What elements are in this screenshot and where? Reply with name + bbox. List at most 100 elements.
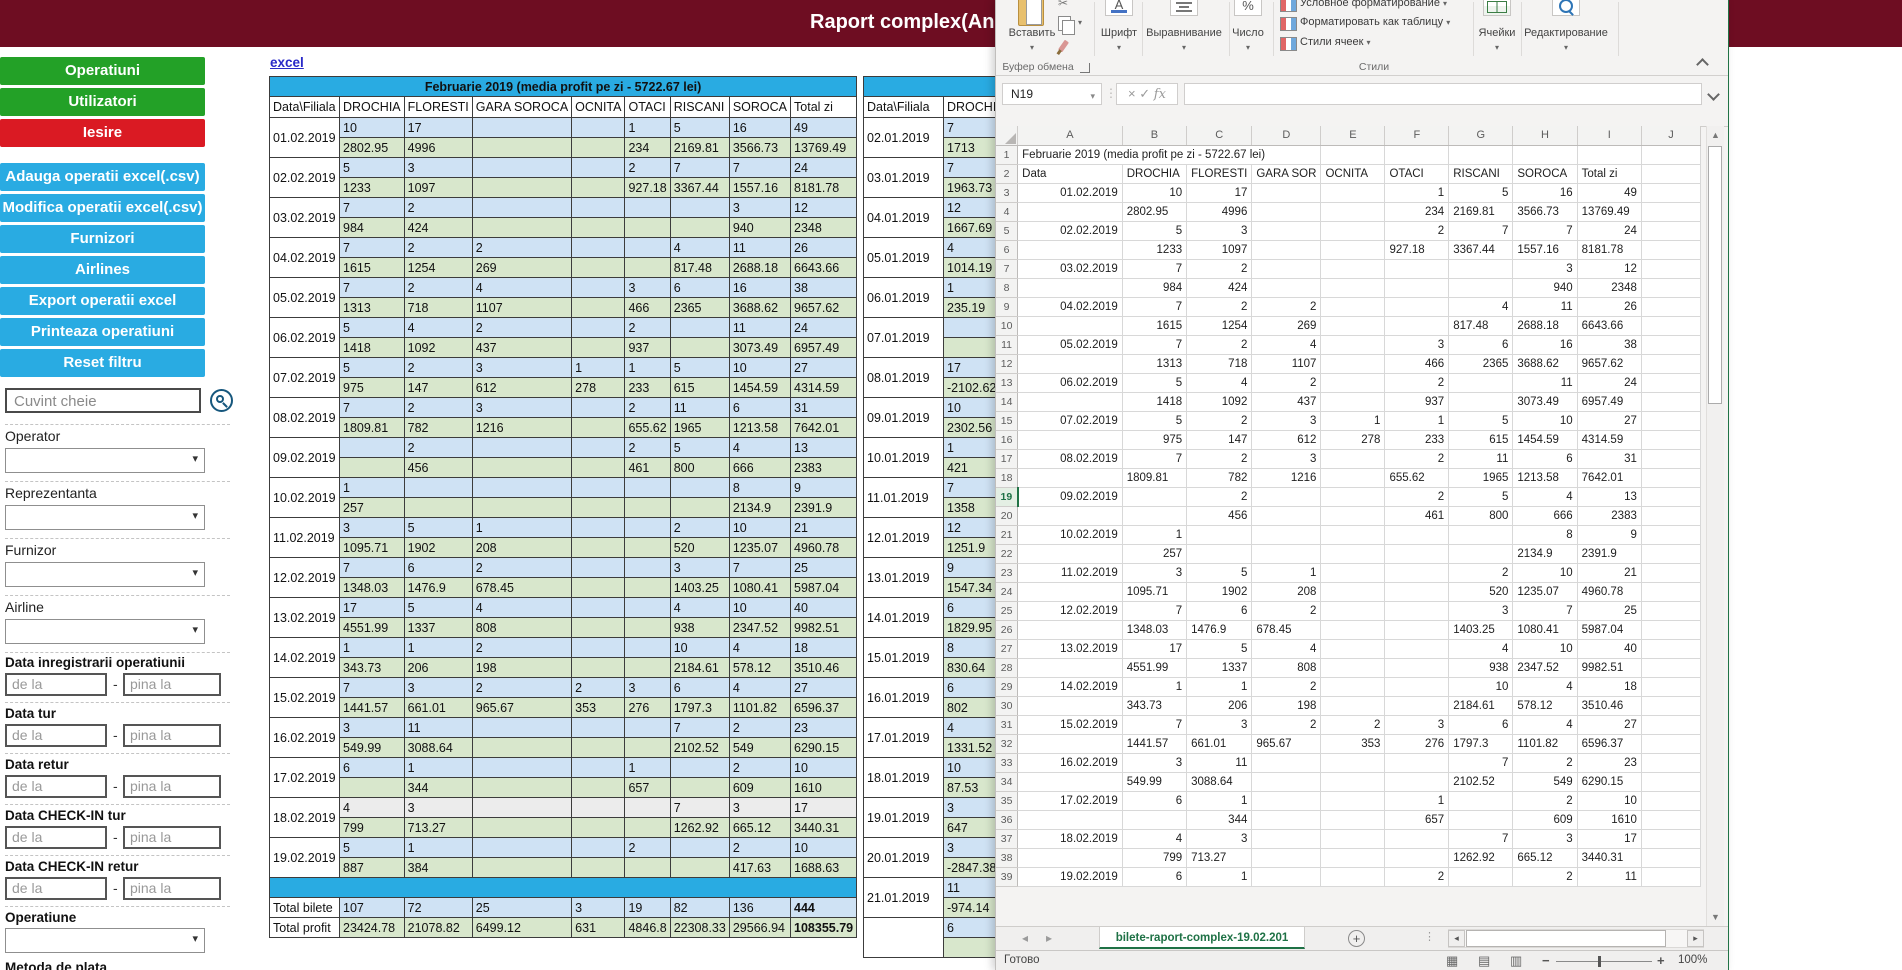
excel-cell[interactable] xyxy=(1641,563,1700,582)
conditional-formatting-button[interactable]: Условное форматирование ▾ xyxy=(1300,0,1447,9)
excel-cell[interactable]: 16 xyxy=(1513,335,1577,354)
excel-cell[interactable] xyxy=(1641,620,1700,639)
editing-dropdown-icon[interactable]: ▾ xyxy=(1564,43,1568,52)
excel-cell[interactable]: 5 xyxy=(1122,411,1186,430)
excel-row-header[interactable]: 13 xyxy=(996,373,1018,392)
excel-cell[interactable] xyxy=(1449,145,1513,164)
excel-cell[interactable] xyxy=(1449,810,1513,829)
excel-cell[interactable]: 2347.52 xyxy=(1513,658,1577,677)
excel-cell[interactable]: 3 xyxy=(1385,335,1449,354)
excel-cell[interactable] xyxy=(1321,544,1385,563)
excel-cell[interactable]: 05.02.2019 xyxy=(1018,335,1123,354)
excel-row-header[interactable]: 5 xyxy=(996,221,1018,240)
normal-view-icon[interactable]: ▦ xyxy=(1446,953,1458,969)
excel-cell[interactable]: 1337 xyxy=(1187,658,1252,677)
excel-cell[interactable]: 3 xyxy=(1513,829,1577,848)
excel-cell[interactable] xyxy=(1385,829,1449,848)
excel-cell[interactable]: 16.02.2019 xyxy=(1018,753,1123,772)
excel-row-header[interactable]: 31 xyxy=(996,715,1018,734)
excel-cell[interactable] xyxy=(1018,582,1123,601)
excel-cell[interactable]: 1 xyxy=(1187,791,1252,810)
font-icon[interactable]: А xyxy=(1105,0,1133,16)
horizontal-scrollbar-thumb[interactable] xyxy=(1466,930,1666,947)
excel-cell[interactable]: 3088.64 xyxy=(1187,772,1252,791)
data-inregistrarii-to-input[interactable]: pina la xyxy=(123,673,221,696)
excel-cell[interactable] xyxy=(1641,259,1700,278)
excel-cell[interactable]: 2 xyxy=(1187,259,1252,278)
excel-cell[interactable] xyxy=(1018,240,1123,259)
editing-icon[interactable] xyxy=(1552,0,1580,16)
excel-cell[interactable]: 2348 xyxy=(1577,278,1641,297)
excel-cell[interactable]: 1 xyxy=(1385,791,1449,810)
excel-cell[interactable]: 11.02.2019 xyxy=(1018,563,1123,582)
excel-cell[interactable] xyxy=(1321,354,1385,373)
excel-cell[interactable]: 278 xyxy=(1321,430,1385,449)
excel-cell[interactable]: 07.02.2019 xyxy=(1018,411,1123,430)
excel-cell[interactable]: 2 xyxy=(1252,715,1321,734)
excel-cell[interactable]: Total zi xyxy=(1577,164,1641,183)
data-retur-to-input[interactable]: pina la xyxy=(123,775,221,798)
excel-cell[interactable]: 4 xyxy=(1187,373,1252,392)
excel-cell[interactable] xyxy=(1641,354,1700,373)
excel-cell[interactable]: 7642.01 xyxy=(1577,468,1641,487)
excel-cell[interactable] xyxy=(1252,202,1321,221)
checkin-retur-from-input[interactable]: de la xyxy=(5,877,107,900)
excel-cell[interactable]: 38 xyxy=(1577,335,1641,354)
excel-cell[interactable]: 1348.03 xyxy=(1122,620,1186,639)
excel-cell[interactable] xyxy=(1321,772,1385,791)
excel-cell[interactable]: 233 xyxy=(1385,430,1449,449)
excel-cell[interactable]: 2391.9 xyxy=(1577,544,1641,563)
excel-cell[interactable] xyxy=(1321,392,1385,411)
checkin-retur-to-input[interactable]: pina la xyxy=(123,877,221,900)
excel-cell[interactable] xyxy=(1449,544,1513,563)
excel-cell[interactable]: 1 xyxy=(1385,183,1449,202)
excel-cell[interactable]: GARA SOR xyxy=(1252,164,1321,183)
excel-cell[interactable] xyxy=(1018,734,1123,753)
excel-cell[interactable] xyxy=(1252,487,1321,506)
excel-cell[interactable] xyxy=(1321,867,1385,886)
excel-cell[interactable]: 1809.81 xyxy=(1122,468,1186,487)
zoom-in-icon[interactable]: + xyxy=(1657,953,1665,968)
insert-function-icon[interactable]: fx xyxy=(1154,87,1166,102)
excel-row-header[interactable]: 15 xyxy=(996,411,1018,430)
excel-cell[interactable] xyxy=(1641,525,1700,544)
excel-cell[interactable]: 198 xyxy=(1252,696,1321,715)
excel-cell[interactable]: 2169.81 xyxy=(1449,202,1513,221)
excel-cell[interactable] xyxy=(1641,696,1700,715)
excel-row-header[interactable]: 38 xyxy=(996,848,1018,867)
excel-column-header[interactable]: G xyxy=(1449,126,1513,145)
excel-cell[interactable]: 578.12 xyxy=(1513,696,1577,715)
excel-cell[interactable] xyxy=(1449,373,1513,392)
excel-cell[interactable]: 549.99 xyxy=(1122,772,1186,791)
excel-cell[interactable]: 9 xyxy=(1577,525,1641,544)
excel-cell[interactable]: 40 xyxy=(1577,639,1641,658)
cut-icon[interactable]: ✂ xyxy=(1058,0,1068,10)
excel-cell[interactable] xyxy=(1321,278,1385,297)
sidebar-item-operatiuni[interactable]: Operatiuni xyxy=(0,57,205,85)
excel-cell[interactable]: 2 xyxy=(1321,715,1385,734)
excel-cell[interactable]: 612 xyxy=(1252,430,1321,449)
excel-cell[interactable] xyxy=(1641,791,1700,810)
excel-row-header[interactable]: 10 xyxy=(996,316,1018,335)
excel-cell[interactable]: 8181.78 xyxy=(1577,240,1641,259)
excel-row-header[interactable]: 3 xyxy=(996,183,1018,202)
excel-cell[interactable]: 4 xyxy=(1252,639,1321,658)
excel-cell[interactable]: 3 xyxy=(1187,221,1252,240)
excel-cell[interactable] xyxy=(1321,373,1385,392)
font-group-label[interactable]: Шрифт xyxy=(1101,27,1137,39)
tabbar-splitter[interactable]: ⋮ xyxy=(1424,930,1435,943)
export-excel-button[interactable]: Export operatii excel xyxy=(0,287,205,315)
excel-cell[interactable]: 3073.49 xyxy=(1513,392,1577,411)
excel-cell[interactable] xyxy=(1449,867,1513,886)
clipboard-dialog-launcher-icon[interactable] xyxy=(1080,63,1090,73)
excel-cell[interactable] xyxy=(1385,601,1449,620)
excel-cell[interactable]: 27 xyxy=(1577,411,1641,430)
excel-row-header[interactable]: 32 xyxy=(996,734,1018,753)
copy-icon[interactable] xyxy=(1058,16,1071,31)
excel-cell[interactable]: 24 xyxy=(1577,373,1641,392)
excel-cell[interactable] xyxy=(1641,430,1700,449)
excel-cell[interactable]: 4 xyxy=(1252,335,1321,354)
excel-cell[interactable] xyxy=(1321,582,1385,601)
furnizori-button[interactable]: Furnizori xyxy=(0,225,205,253)
collapse-ribbon-icon[interactable] xyxy=(1696,58,1709,71)
